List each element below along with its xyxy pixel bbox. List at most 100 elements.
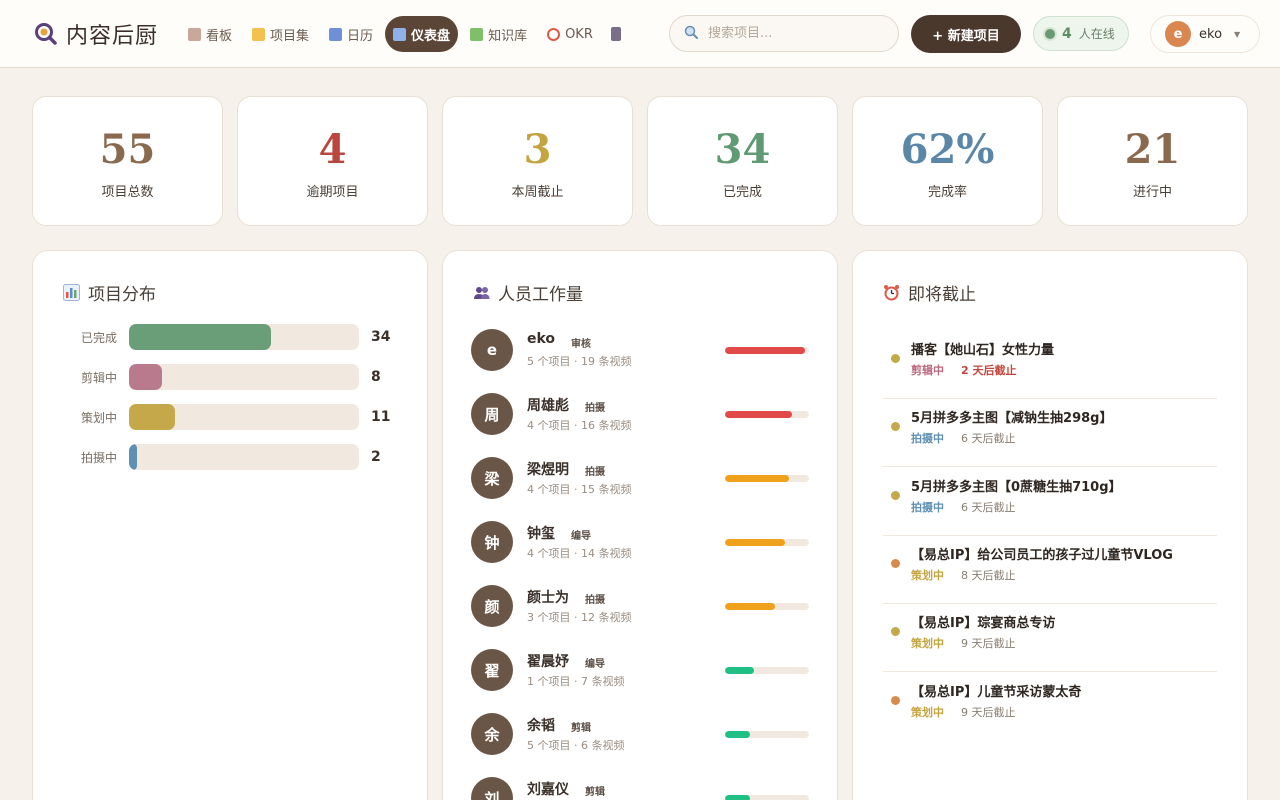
deadline-due: 9 天后截止 <box>961 637 1016 651</box>
deadline-status: 剪辑中 <box>911 364 944 377</box>
alarm-clock-icon <box>883 284 900 301</box>
avatar: 周 <box>471 393 513 435</box>
nav-overflow-icon[interactable] <box>610 27 621 41</box>
search-icon <box>684 24 698 43</box>
deadline-item[interactable]: 5月拼多多主图【减钠生抽298g】 拍摄中 6 天后截止 <box>883 399 1217 468</box>
workload-row[interactable]: 梁梁煜明 拍摄 4 个项目 · 15 条视频 <box>471 457 811 501</box>
workload-bar <box>725 347 805 354</box>
deadline-status: 策划中 <box>911 637 944 651</box>
stat-value: 62% <box>900 126 995 173</box>
nav-item-5[interactable]: OKR <box>539 16 601 52</box>
workload-bar <box>725 539 785 546</box>
stat-value: 55 <box>99 126 156 173</box>
deadline-title: 播客【她山石】女性力量 <box>911 343 1055 358</box>
distribution-bar <box>129 404 175 430</box>
deadline-item[interactable]: 【易总IP】琮宴商总专访 策划中 9 天后截止 <box>883 604 1217 673</box>
online-users-badge[interactable]: 4 人在线 <box>1033 16 1129 51</box>
workload-row[interactable]: 翟翟晨妤 编导 1 个项目 · 7 条视频 <box>471 649 811 693</box>
stat-value: 3 <box>523 126 552 173</box>
target-icon <box>547 27 561 41</box>
person-meta: 4 个项目 · 15 条视频 <box>527 483 632 496</box>
clipboard-icon <box>188 27 201 41</box>
search-input[interactable] <box>708 26 878 41</box>
deadline-dot <box>891 490 900 500</box>
stat-card: 21 进行中 <box>1057 96 1248 226</box>
workload-bar-track <box>725 539 809 546</box>
workload-bar-track <box>725 347 809 354</box>
deadline-title: 5月拼多多主图【减钠生抽298g】 <box>911 411 1113 427</box>
stat-label: 已完成 <box>722 185 762 200</box>
stat-card: 34 已完成 <box>647 96 838 226</box>
avatar: 余 <box>471 713 513 755</box>
distribution-row: 策划中 11 <box>63 404 390 430</box>
distribution-bar-track <box>129 364 359 390</box>
person-name: 周雄彪 <box>527 398 569 414</box>
distribution-bar <box>129 324 271 350</box>
deadline-due: 8 天后截止 <box>961 568 1016 582</box>
nav-item-2[interactable]: 日历 <box>321 16 381 52</box>
distribution-count: 8 <box>371 369 381 385</box>
person-name: 翟晨妤 <box>527 654 569 670</box>
distribution-bar-track <box>129 404 359 430</box>
app-logo[interactable]: 内容后厨 <box>34 18 158 50</box>
workload-row[interactable]: 颜颜士为 拍摄 3 个项目 · 12 条视频 <box>471 585 811 629</box>
workload-row[interactable]: e eko 审核 5 个项目 · 19 条视频 <box>471 329 811 373</box>
nav-item-0[interactable]: 看板 <box>180 16 240 52</box>
deadline-item[interactable]: 5月拼多多主图【0蔗糖生抽710g】 拍摄中 6 天后截止 <box>883 468 1217 536</box>
deadline-due: 6 天后截止 <box>961 500 1016 514</box>
nav-item-1[interactable]: 项目集 <box>244 16 317 52</box>
person-role: 编导 <box>571 531 591 542</box>
stat-card: 62% 完成率 <box>852 96 1043 226</box>
deadline-status: 拍摄中 <box>911 432 944 446</box>
workload-row[interactable]: 钟钟玺 编导 4 个项目 · 14 条视频 <box>471 521 811 565</box>
workload-bar-track <box>725 667 809 674</box>
stat-card: 4 逾期项目 <box>237 96 428 226</box>
deadline-due: 6 天后截止 <box>961 432 1016 446</box>
workload-bar-track <box>725 475 809 482</box>
workload-bar-track <box>725 603 809 610</box>
deadline-item[interactable]: 【易总IP】给公司员工的孩子过儿童节VLOG 策划中 8 天后截止 <box>883 536 1217 604</box>
people-icon <box>473 284 490 301</box>
app-title: 内容后厨 <box>66 24 159 49</box>
person-role: 拍摄 <box>585 595 605 606</box>
distribution-panel: 项目分布 已完成 34 剪辑中 8 策划中 11 拍摄中 2 <box>32 250 428 800</box>
workload-bar <box>725 475 789 482</box>
deadline-due: 2 天后截止 <box>961 364 1017 377</box>
books-icon <box>470 27 484 41</box>
deadline-status: 策划中 <box>911 568 944 582</box>
distribution-count: 11 <box>371 409 391 425</box>
stat-value: 4 <box>318 126 347 173</box>
workload-bar <box>725 731 750 738</box>
distribution-label: 策划中 <box>81 410 118 425</box>
person-role: 拍摄 <box>585 467 605 478</box>
distribution-count: 34 <box>371 329 391 345</box>
nav-item-label: 看板 <box>206 28 233 44</box>
nav-item-label: 日历 <box>347 28 374 44</box>
search-box[interactable] <box>669 15 899 52</box>
avatar: 翟 <box>471 649 513 691</box>
new-project-button[interactable]: + 新建项目 <box>911 15 1021 53</box>
main-nav: 看板 项目集 日历 仪表盘 知识库 OKR <box>180 16 621 52</box>
stat-label: 逾期项目 <box>306 185 359 200</box>
workload-row[interactable]: 周周雄彪 拍摄 4 个项目 · 16 条视频 <box>471 393 811 437</box>
calendar-icon <box>329 27 343 41</box>
user-name: eko <box>1199 26 1223 42</box>
nav-item-3[interactable]: 仪表盘 <box>385 16 459 52</box>
deadline-title: 【易总IP】给公司员工的孩子过儿童节VLOG <box>911 547 1173 563</box>
workload-title-text: 人员工作量 <box>498 285 583 305</box>
nav-item-4[interactable]: 知识库 <box>462 16 535 52</box>
deadline-item[interactable]: 播客【她山石】女性力量 剪辑中 2 天后截止 <box>883 331 1217 399</box>
workload-title: 人员工作量 <box>473 280 583 305</box>
user-menu[interactable]: e eko ▼ <box>1150 15 1260 53</box>
workload-row[interactable]: 余余韬 剪辑 5 个项目 · 6 条视频 <box>471 713 811 757</box>
person-meta: 4 个项目 · 14 条视频 <box>527 547 632 560</box>
top-bar: 内容后厨 看板 项目集 日历 仪表盘 知识库 OKR + 新建项目 4 人在线 e eko… <box>0 0 1280 68</box>
person-meta: 4 个项目 · 16 条视频 <box>527 419 632 432</box>
workload-row[interactable]: 刘刘嘉仪 剪辑 <box>471 777 811 800</box>
workload-bar <box>725 603 775 610</box>
workload-bar-track <box>725 795 809 800</box>
deadline-item[interactable]: 【易总IP】儿童节采访蒙太奇 策划中 9 天后截止 <box>883 673 1217 741</box>
stat-label: 本周截止 <box>511 185 564 200</box>
workload-bar <box>725 795 750 800</box>
nav-item-label: 知识库 <box>488 28 528 44</box>
